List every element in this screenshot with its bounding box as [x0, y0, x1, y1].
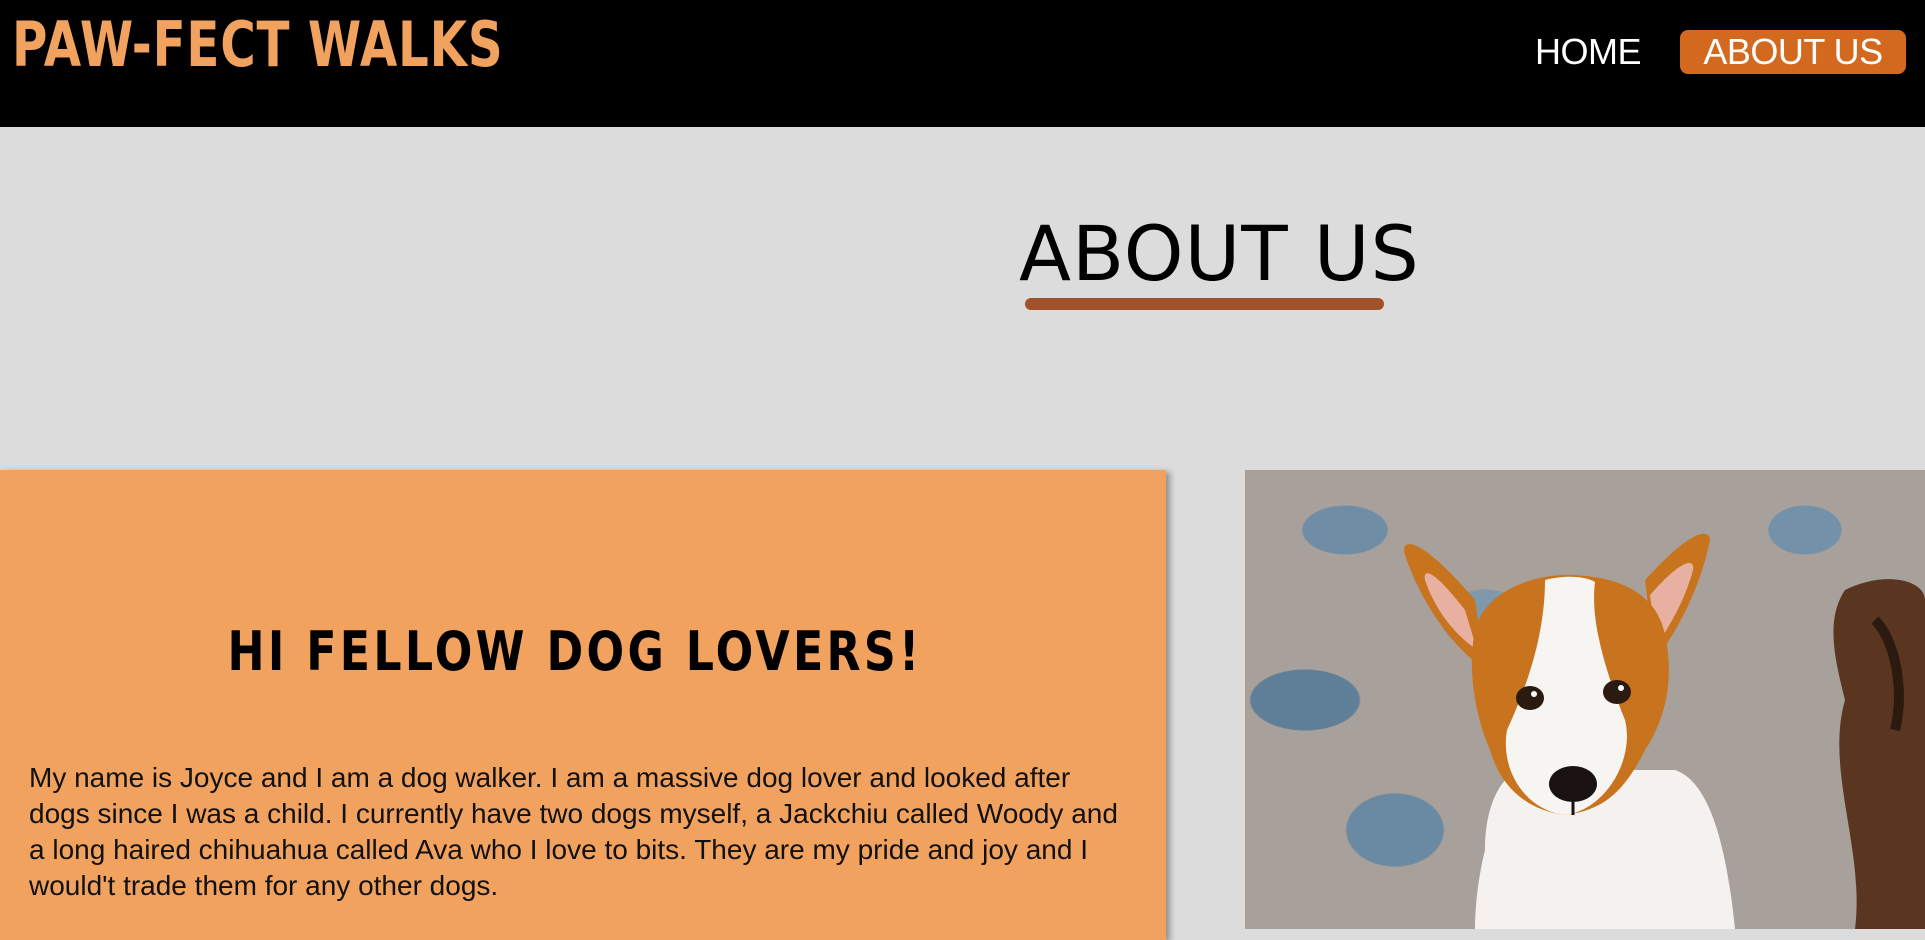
page-title-section: ABOUT US	[1019, 209, 1420, 310]
intro-card: HI FELLOW DOG LOVERS! My name is Joyce a…	[0, 470, 1166, 940]
nav-home-link[interactable]: HOME	[1535, 30, 1642, 74]
site-header: PAW-FECT WALKS HOME ABOUT US	[0, 0, 1925, 127]
page-title: ABOUT US	[1019, 209, 1420, 298]
dog-photo	[1245, 470, 1925, 929]
nav-about-us-link[interactable]: ABOUT US	[1680, 30, 1906, 74]
intro-heading: HI FELLOW DOG LOVERS!	[227, 620, 923, 683]
brand-logo-link[interactable]: PAW-FECT WALKS	[12, 8, 504, 81]
title-underline	[1025, 298, 1384, 310]
dog-illustration	[1404, 533, 1925, 929]
intro-paragraph: My name is Joyce and I am a dog walker. …	[29, 762, 1118, 901]
